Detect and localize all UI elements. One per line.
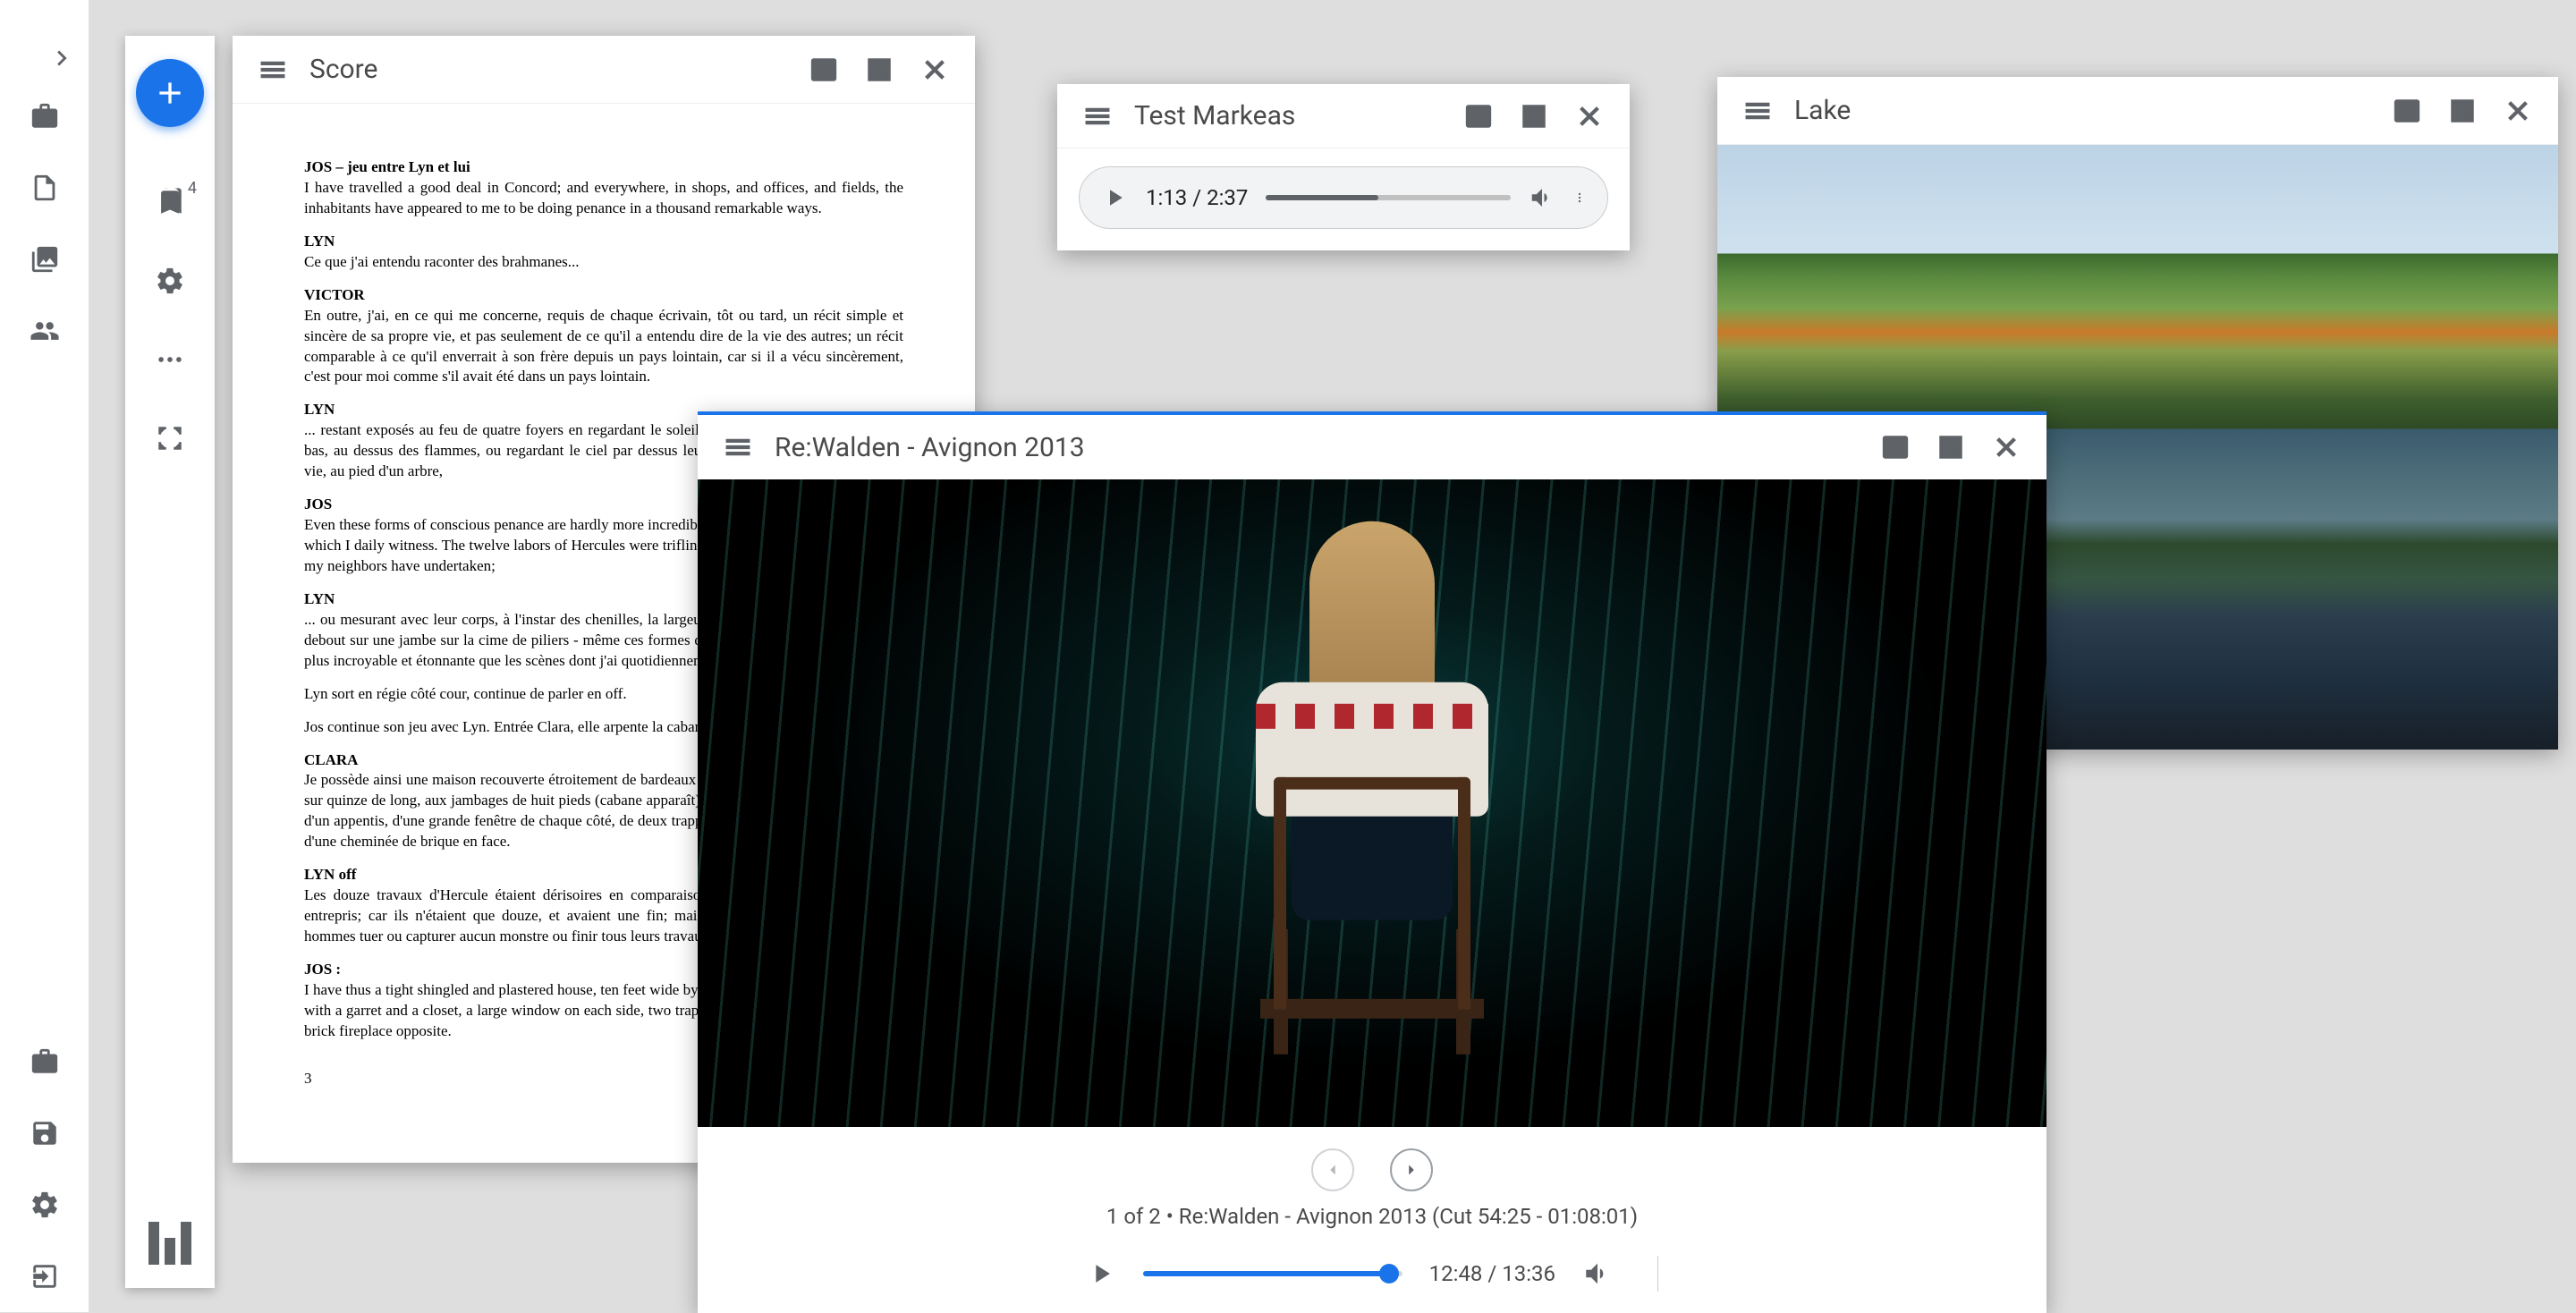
maximize-icon[interactable] [1515, 97, 1553, 135]
volume-icon[interactable] [1529, 184, 1555, 211]
menu-icon[interactable] [1079, 97, 1116, 135]
play-icon[interactable] [1086, 1258, 1116, 1289]
split-view-icon[interactable] [2388, 92, 2426, 130]
app-rail [0, 0, 89, 1312]
video-time: 12:48 / 13:36 [1429, 1261, 1555, 1286]
more-icon[interactable] [152, 342, 188, 377]
image-collection-icon[interactable] [27, 241, 63, 277]
next-clip-button[interactable] [1390, 1148, 1433, 1191]
menu-icon[interactable] [1739, 92, 1776, 130]
audio-title: Test Markeas [1134, 100, 1442, 131]
script-block: LYNCe que j'ai entendu raconter des brah… [304, 232, 903, 273]
workspace-rail: 4 [125, 36, 215, 1288]
lake-header: Lake [1717, 77, 2558, 145]
prev-clip-button[interactable] [1311, 1148, 1354, 1191]
close-icon[interactable] [1987, 428, 2025, 466]
close-icon[interactable] [916, 51, 953, 89]
document-icon[interactable] [27, 170, 63, 206]
app-logo-icon [148, 1222, 191, 1265]
script-block: VICTOREn outre, j'ai, en ce qui me conce… [304, 285, 903, 388]
add-button[interactable] [136, 59, 204, 127]
maximize-icon[interactable] [860, 51, 898, 89]
script-block: JOS – jeu entre Lyn et luiI have travell… [304, 157, 903, 219]
gear-icon[interactable] [152, 263, 188, 299]
audio-player: 1:13 / 2:37 [1079, 166, 1608, 229]
divider [1657, 1256, 1658, 1292]
fullscreen-icon[interactable] [152, 420, 188, 456]
close-icon[interactable] [2499, 92, 2537, 130]
save-icon[interactable] [27, 1115, 63, 1151]
video-header: Re:Walden - Avignon 2013 [698, 415, 2046, 479]
audio-time: 1:13 / 2:37 [1146, 185, 1248, 210]
volume-icon[interactable] [1582, 1258, 1613, 1289]
expand-rail-icon[interactable] [44, 45, 80, 72]
people-icon[interactable] [27, 313, 63, 349]
bookmark-count: 4 [188, 179, 197, 198]
video-title: Re:Walden - Avignon 2013 [775, 432, 1859, 463]
settings-icon[interactable] [27, 1187, 63, 1223]
score-title: Score [309, 54, 787, 85]
video-controls: 1 of 2 • Re:Walden - Avignon 2013 (Cut 5… [698, 1127, 2046, 1313]
play-icon[interactable] [1101, 184, 1128, 211]
audio-header: Test Markeas [1057, 84, 1630, 148]
maximize-icon[interactable] [1932, 428, 1970, 466]
menu-icon[interactable] [254, 51, 292, 89]
menu-icon[interactable] [719, 428, 757, 466]
video-frame[interactable] [698, 479, 2046, 1127]
logout-icon[interactable] [27, 1258, 63, 1294]
score-header: Score [233, 36, 975, 104]
maximize-icon[interactable] [2444, 92, 2481, 130]
bookmarks-icon[interactable]: 4 [152, 184, 188, 220]
split-view-icon[interactable] [1460, 97, 1497, 135]
briefcase-icon[interactable] [27, 98, 63, 134]
audio-panel: Test Markeas 1:13 / 2:37 [1057, 84, 1630, 250]
video-scrubber[interactable] [1143, 1271, 1402, 1276]
split-view-icon[interactable] [1877, 428, 1914, 466]
lake-title: Lake [1794, 95, 2370, 126]
close-icon[interactable] [1571, 97, 1608, 135]
split-view-icon[interactable] [805, 51, 843, 89]
video-panel: Re:Walden - Avignon 2013 1 of 2 • Re:Wal… [698, 411, 2046, 1313]
audio-scrubber[interactable] [1266, 195, 1511, 200]
video-meta: 1 of 2 • Re:Walden - Avignon 2013 (Cut 5… [1106, 1204, 1638, 1229]
audio-more-icon[interactable] [1573, 184, 1586, 211]
briefcase-2-icon[interactable] [27, 1044, 63, 1080]
